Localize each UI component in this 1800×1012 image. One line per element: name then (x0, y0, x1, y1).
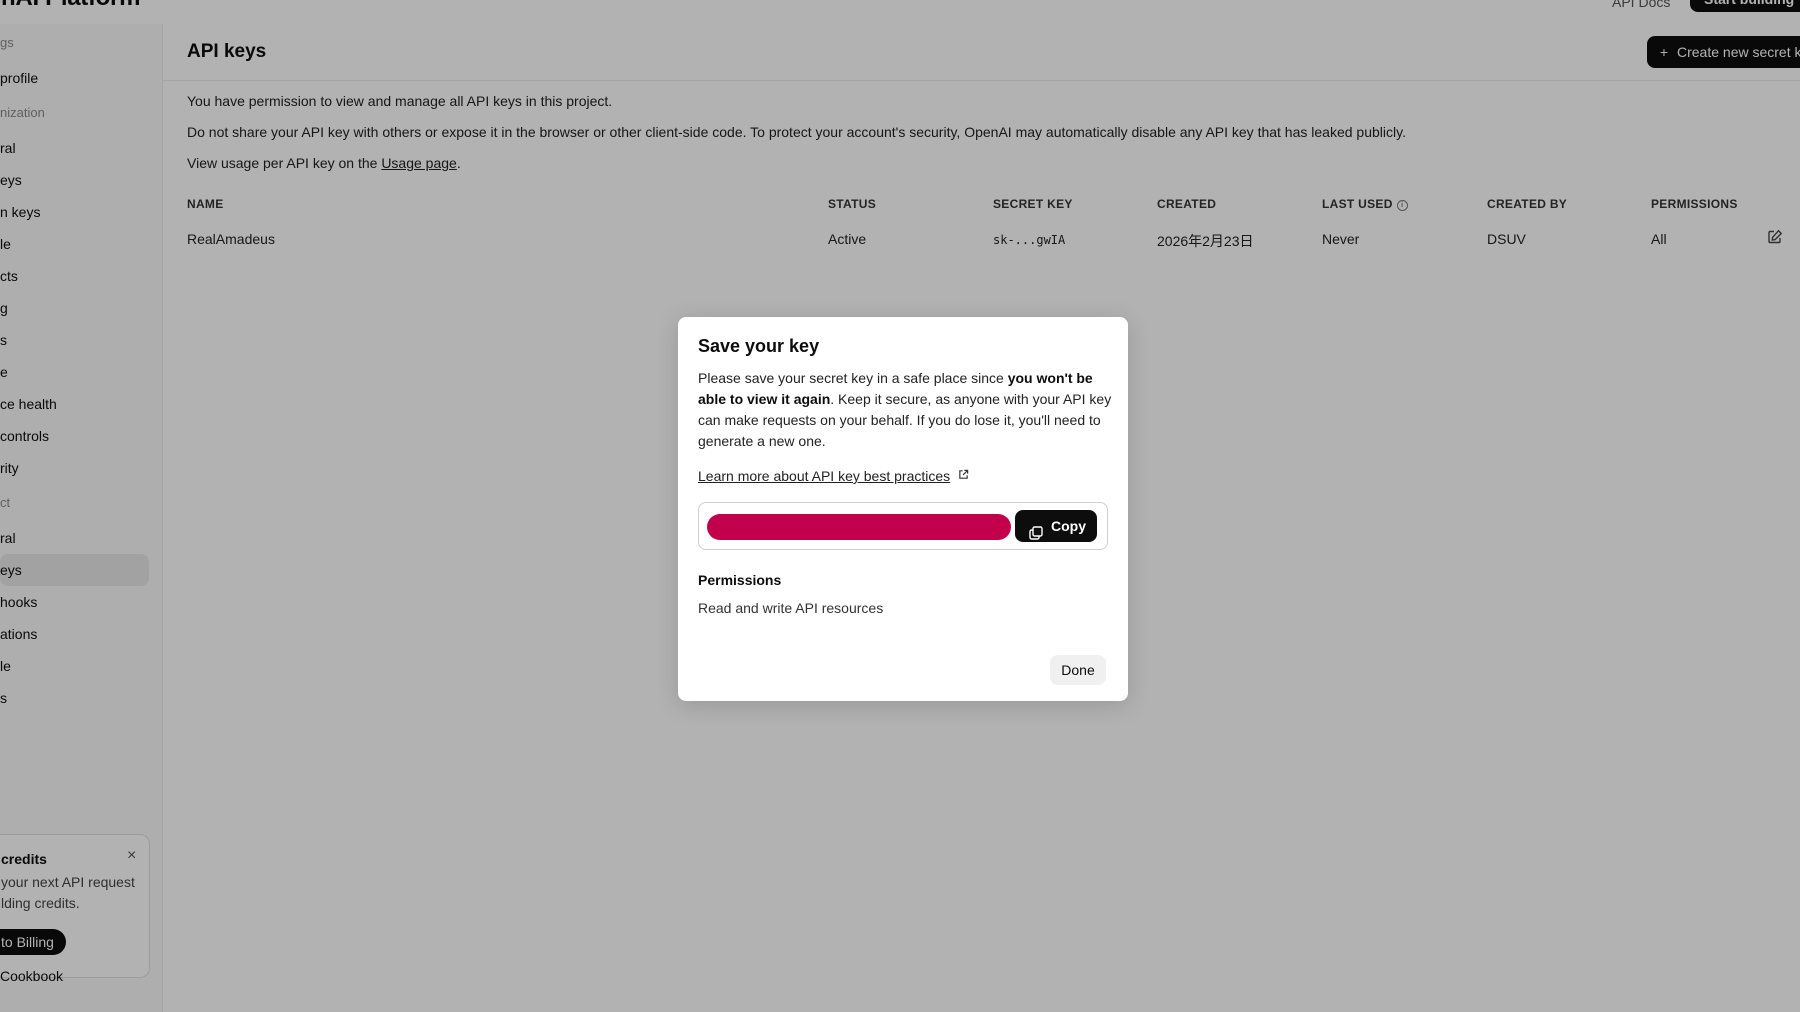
learn-more-label: Learn more about API key best practices (698, 468, 951, 484)
permissions-title: Permissions (698, 572, 782, 588)
redacted-secret-key (707, 514, 1011, 540)
external-link-icon (958, 469, 969, 483)
desc-prefix: Please save your secret key in a safe pl… (698, 370, 1008, 386)
app-root: enAI Platform API Docs Start building gs… (0, 0, 1800, 1012)
permissions-text: Read and write API resources (698, 600, 884, 616)
copy-button[interactable]: Copy (1015, 510, 1097, 542)
learn-more-link[interactable]: Learn more about API key best practices (698, 468, 969, 484)
done-button[interactable]: Done (1050, 655, 1106, 685)
dialog-description: Please save your secret key in a safe pl… (698, 368, 1112, 452)
save-key-dialog: Save your key Please save your secret ke… (678, 317, 1128, 701)
dialog-title: Save your key (698, 336, 820, 356)
copy-label: Copy (1051, 518, 1086, 534)
secret-key-field[interactable]: Copy (698, 502, 1108, 550)
copy-icon (1029, 519, 1043, 540)
